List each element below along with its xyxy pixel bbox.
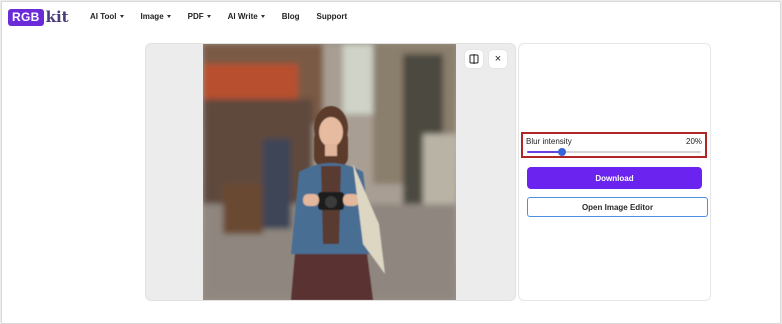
- split-compare-icon: [469, 54, 479, 64]
- nav-item-label: AI Write: [227, 12, 258, 21]
- nav-item-label: Blog: [281, 12, 300, 21]
- nav-item-pdf[interactable]: PDF: [188, 12, 211, 21]
- blur-slider[interactable]: [527, 148, 701, 156]
- download-button[interactable]: Download: [527, 167, 702, 189]
- nav-item-ai-write[interactable]: AI Write: [228, 12, 265, 21]
- image-preview-panel: ×: [145, 43, 516, 301]
- close-button[interactable]: ×: [489, 50, 507, 68]
- close-icon: ×: [494, 53, 502, 65]
- nav-item-blog[interactable]: Blog: [282, 12, 300, 21]
- blur-intensity-value: 20%: [686, 137, 703, 146]
- nav-item-label: PDF: [187, 12, 204, 21]
- nav-item-ai-tool[interactable]: AI Tool: [90, 12, 124, 21]
- blur-slider-fill: [527, 151, 562, 153]
- nav-item-image[interactable]: Image: [141, 12, 171, 21]
- logo-suffix: kit: [45, 8, 69, 26]
- top-nav: RGB kit AI Tool Image PDF AI Write Blog: [2, 2, 780, 32]
- preview-photo: [203, 44, 456, 300]
- nav-item-support[interactable]: Support: [317, 12, 348, 21]
- chevron-down-icon: [206, 15, 211, 18]
- blur-intensity-label: Blur intensity: [526, 137, 572, 146]
- nav-item-label: AI Tool: [90, 12, 117, 21]
- logo-box: RGB: [8, 8, 44, 26]
- nav-item-label: Support: [316, 12, 348, 21]
- open-image-editor-button[interactable]: Open Image Editor: [527, 197, 708, 217]
- nav-item-label: Image: [140, 12, 164, 21]
- chevron-down-icon: [119, 15, 124, 18]
- chevron-down-icon: [260, 15, 265, 18]
- chevron-down-icon: [166, 15, 171, 18]
- logo[interactable]: RGB kit: [8, 8, 69, 26]
- compare-button[interactable]: [465, 50, 483, 68]
- blur-slider-thumb[interactable]: [557, 148, 566, 156]
- photo-illustration: [203, 44, 456, 300]
- main-menu: AI Tool Image PDF AI Write Blog Support: [90, 12, 364, 21]
